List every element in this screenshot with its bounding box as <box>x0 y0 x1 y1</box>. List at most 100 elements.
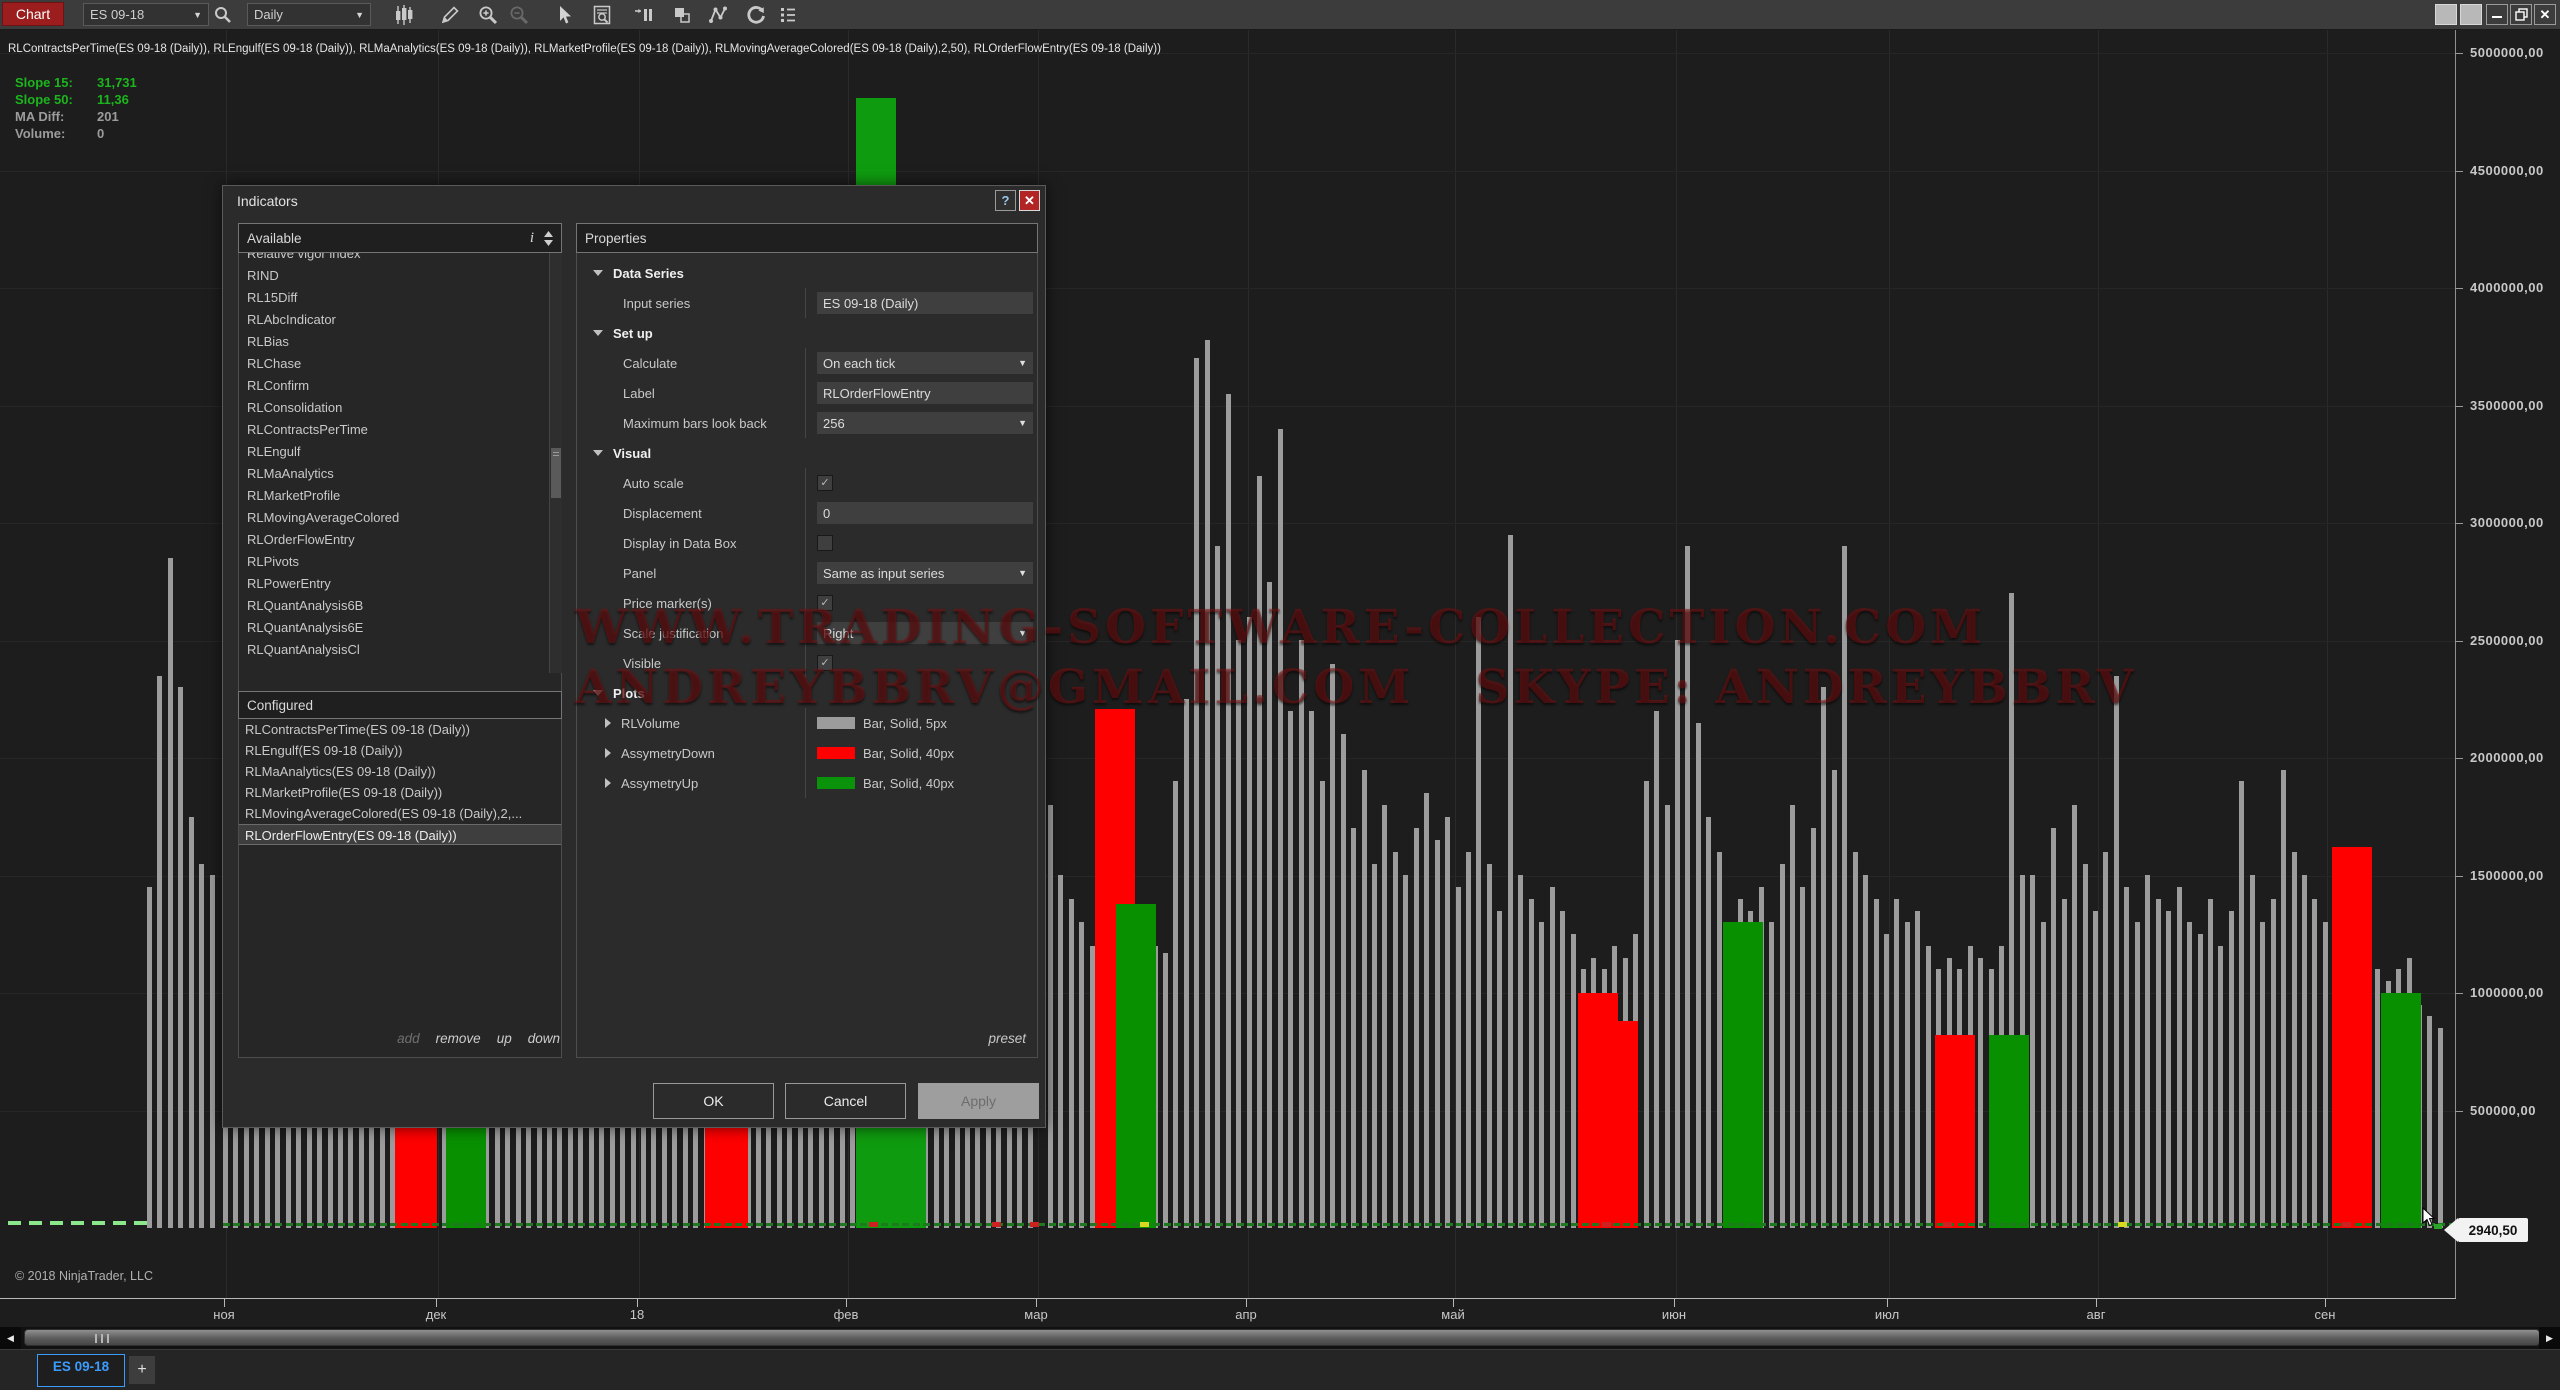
scroll-right-icon[interactable]: ▶ <box>2539 1327 2560 1349</box>
collapse-icon[interactable] <box>593 690 603 696</box>
tab-es-09-18[interactable]: ES 09-18 <box>37 1354 125 1387</box>
up-button[interactable]: up <box>497 1031 512 1046</box>
scrollbar-thumb[interactable] <box>24 1329 2540 1346</box>
pointer-cursor-icon[interactable] <box>552 3 576 27</box>
available-item[interactable]: RL15Diff <box>239 287 561 309</box>
text-input-displacement[interactable]: 0 <box>817 502 1033 524</box>
baseline-dash <box>233 1223 240 1226</box>
configured-item[interactable]: RLOrderFlowEntry(ES 09-18 (Daily)) <box>239 824 561 845</box>
section-header-data-series[interactable]: Data Series <box>577 258 1037 288</box>
remove-button[interactable]: remove <box>436 1031 481 1046</box>
chart-menu-button[interactable]: Chart <box>2 2 64 26</box>
panels-icon[interactable] <box>670 3 694 27</box>
text-input-label[interactable]: RLOrderFlowEntry <box>817 382 1033 404</box>
select-calculate[interactable]: On each tick▼ <box>817 352 1033 374</box>
draw-pencil-icon[interactable] <box>438 3 462 27</box>
down-button[interactable]: down <box>528 1031 560 1046</box>
list-spinner[interactable] <box>544 231 553 246</box>
select-maximum-bars-look-back[interactable]: 256▼ <box>817 412 1033 434</box>
property-label: Visible <box>577 656 805 671</box>
available-item[interactable]: RLOrderFlowEntry <box>239 529 561 551</box>
configured-item[interactable]: RLEngulf(ES 09-18 (Daily)) <box>239 740 561 761</box>
preset-link[interactable]: preset <box>576 1031 1026 1046</box>
available-item[interactable]: RLChase <box>239 353 561 375</box>
workspace-button-2[interactable] <box>2460 4 2482 25</box>
available-list[interactable]: Relative vigor indexRINDRL15DiffRLAbcInd… <box>239 253 561 673</box>
collapse-icon[interactable] <box>593 330 603 336</box>
available-item[interactable]: RLConfirm <box>239 375 561 397</box>
available-item[interactable]: RLConsolidation <box>239 397 561 419</box>
horizontal-scrollbar[interactable]: ◀ ▶ <box>0 1327 2560 1349</box>
available-item[interactable]: RLQuantAnalysisCl <box>239 639 561 661</box>
volume-bar <box>1905 922 1910 1228</box>
select-panel[interactable]: Same as input series▼ <box>817 562 1033 584</box>
chart-style-icon[interactable] <box>392 3 416 27</box>
section-header-plots[interactable]: Plots <box>577 678 1037 708</box>
volume-bar <box>1445 817 1450 1228</box>
available-item[interactable]: Relative vigor index <box>239 253 561 265</box>
select-scale-justification[interactable]: Right▼ <box>817 622 1033 644</box>
volume-bar <box>1309 711 1314 1228</box>
restore-icon[interactable] <box>2510 4 2532 25</box>
checkbox-price-marker-s-[interactable]: ✓ <box>817 595 833 611</box>
available-item[interactable]: RLContractsPerTime <box>239 419 561 441</box>
available-scrollbar[interactable] <box>549 253 562 673</box>
available-item[interactable]: RLQuantAnalysis6B <box>239 595 561 617</box>
instrument-selector[interactable]: ES 09-18 ▼ <box>83 3 209 26</box>
baseline-dash <box>746 1223 753 1226</box>
configured-item[interactable]: RLMaAnalytics(ES 09-18 (Daily)) <box>239 761 561 782</box>
close-icon[interactable]: ✕ <box>1019 190 1040 211</box>
scrollbar-grip[interactable] <box>95 1334 109 1343</box>
instrument-search-icon[interactable] <box>211 3 235 27</box>
available-item[interactable]: RLMovingAverageColored <box>239 507 561 529</box>
available-item[interactable]: RLAbcIndicator <box>239 309 561 331</box>
data-box-icon[interactable] <box>590 3 614 27</box>
bar-spacing-icon[interactable] <box>632 3 656 27</box>
help-icon[interactable]: ? <box>995 190 1016 211</box>
available-item[interactable]: RLQuantAnalysis6E <box>239 617 561 639</box>
available-item[interactable]: RLMaAnalytics <box>239 463 561 485</box>
collapse-icon[interactable] <box>593 450 603 456</box>
configured-item[interactable]: RLMarketProfile(ES 09-18 (Daily)) <box>239 782 561 803</box>
checkbox-display-in-data-box[interactable] <box>817 535 833 551</box>
available-item[interactable]: RLBias <box>239 331 561 353</box>
baseline-dash <box>735 1223 742 1226</box>
cancel-button[interactable]: Cancel <box>785 1083 906 1119</box>
signal-bar-assymetryup <box>1723 922 1763 1228</box>
apply-button[interactable]: Apply <box>918 1083 1039 1119</box>
period-selector[interactable]: Daily ▼ <box>247 3 371 26</box>
y-tick <box>2455 641 2463 642</box>
zoom-in-icon[interactable] <box>476 3 500 27</box>
scrollbar-thumb[interactable] <box>551 448 561 498</box>
add-button[interactable]: add <box>397 1031 420 1046</box>
checkbox-visible[interactable]: ✓ <box>817 655 833 671</box>
available-item[interactable]: RLPowerEntry <box>239 573 561 595</box>
scroll-left-icon[interactable]: ◀ <box>0 1327 21 1349</box>
drawing-tools-icon[interactable] <box>706 3 730 27</box>
ok-button[interactable]: OK <box>653 1083 774 1119</box>
price-axis[interactable] <box>2455 29 2456 1298</box>
reload-icon[interactable] <box>744 3 768 27</box>
volume-bar <box>2438 1028 2443 1228</box>
properties-list-icon[interactable] <box>776 3 800 27</box>
section-header-visual[interactable]: Visual <box>577 438 1037 468</box>
minimize-icon[interactable] <box>2486 4 2508 25</box>
add-tab-button[interactable]: + <box>129 1356 155 1384</box>
checkbox-auto-scale[interactable]: ✓ <box>817 475 833 491</box>
collapse-icon[interactable] <box>593 270 603 276</box>
configured-item[interactable]: RLMovingAverageColored(ES 09-18 (Daily),… <box>239 803 561 824</box>
configured-item[interactable]: RLContractsPerTime(ES 09-18 (Daily)) <box>239 719 561 740</box>
baseline-dash <box>808 1223 815 1226</box>
zoom-out-icon[interactable] <box>507 3 531 27</box>
section-header-set-up[interactable]: Set up <box>577 318 1037 348</box>
workspace-button-1[interactable] <box>2435 4 2457 25</box>
available-item[interactable]: RIND <box>239 265 561 287</box>
info-icon[interactable]: i <box>530 230 534 247</box>
available-item[interactable]: RLMarketProfile <box>239 485 561 507</box>
available-item[interactable]: RLPivots <box>239 551 561 573</box>
configured-list[interactable]: RLContractsPerTime(ES 09-18 (Daily))RLEn… <box>239 719 561 863</box>
text-input-input-series[interactable]: ES 09-18 (Daily) <box>817 292 1033 314</box>
chevron-down-icon: ▼ <box>355 10 364 20</box>
close-icon[interactable]: ✕ <box>2534 4 2556 25</box>
available-item[interactable]: RLEngulf <box>239 441 561 463</box>
